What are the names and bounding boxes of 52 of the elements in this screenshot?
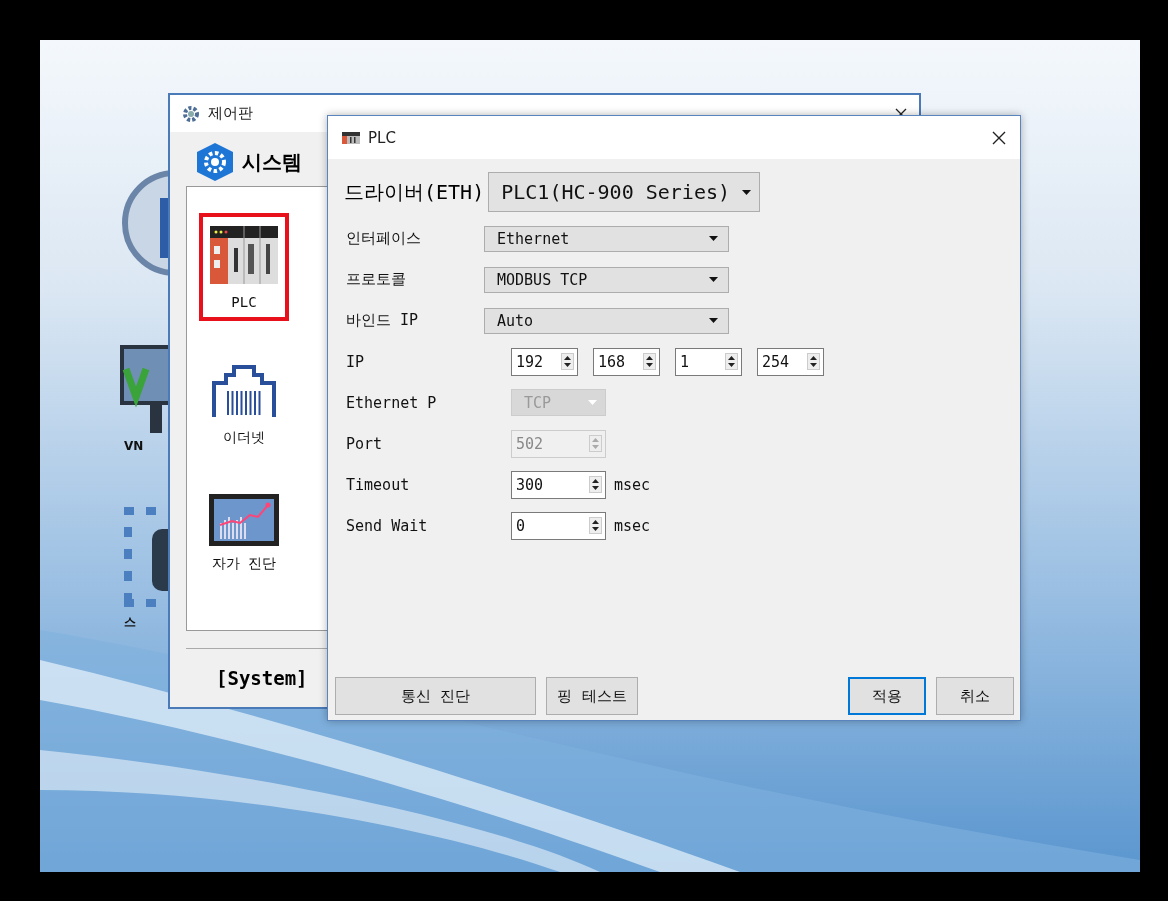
unit-label: msec bbox=[614, 475, 651, 494]
plc-rack-icon bbox=[208, 224, 280, 286]
dropdown[interactable]: Auto bbox=[484, 307, 729, 334]
spinner-icon bbox=[589, 435, 602, 452]
caret-icon bbox=[709, 318, 718, 323]
diagnosis-tile[interactable]: 자가 진단 bbox=[199, 489, 289, 577]
number-field[interactable]: 0 bbox=[511, 511, 606, 540]
plc-tile[interactable]: PLC bbox=[199, 213, 289, 321]
dialog-button[interactable]: 적용 bbox=[848, 677, 926, 715]
caret-icon bbox=[588, 400, 597, 405]
plc-icon bbox=[342, 131, 360, 144]
ip-octet-field[interactable]: 168 bbox=[593, 347, 660, 376]
footer-label: [System] bbox=[216, 667, 308, 689]
driver-dropdown[interactable]: PLC1(HC-900 Series) bbox=[488, 172, 760, 212]
spinner-icon bbox=[807, 353, 820, 370]
caret-icon bbox=[709, 277, 718, 282]
chart-monitor-icon bbox=[208, 493, 280, 547]
window-title: 제어판 bbox=[208, 104, 253, 123]
ip-octet-field[interactable]: 192 bbox=[511, 347, 578, 376]
field-label: Port bbox=[346, 434, 384, 453]
caret-icon bbox=[742, 189, 751, 195]
caret-icon bbox=[709, 236, 718, 241]
section-heading: 시스템 bbox=[242, 148, 302, 176]
desktop-icon-label: VN bbox=[124, 439, 144, 453]
spinner-icon bbox=[725, 353, 738, 370]
dropdown[interactable]: Ethernet bbox=[484, 225, 729, 252]
number-field[interactable]: 300 bbox=[511, 470, 606, 499]
dropdown[interactable]: MODBUS TCP bbox=[484, 266, 729, 293]
ethernet-tile[interactable]: 이더넷 bbox=[199, 359, 289, 451]
spinner-icon bbox=[643, 353, 656, 370]
field-label: Send Wait bbox=[346, 516, 429, 535]
gear-icon bbox=[182, 104, 200, 123]
dialog-button[interactable]: 핑 테스트 bbox=[546, 677, 638, 715]
field-label: 인터페이스 bbox=[346, 229, 422, 248]
driver-label: 드라이버(ETH) bbox=[344, 178, 485, 206]
spinner-icon bbox=[589, 476, 602, 493]
window-title: PLC bbox=[368, 128, 396, 147]
ip-octet-field[interactable]: 254 bbox=[757, 347, 824, 376]
gear-hexagon-icon bbox=[196, 142, 234, 182]
unit-label: msec bbox=[614, 516, 651, 535]
field-label: Timeout bbox=[346, 475, 411, 494]
spinner-icon bbox=[561, 353, 574, 370]
close-icon[interactable] bbox=[992, 130, 1006, 145]
ip-octet-field[interactable]: 1 bbox=[675, 347, 742, 376]
field-label: IP bbox=[346, 352, 366, 371]
dialog-button[interactable]: 취소 bbox=[936, 677, 1014, 715]
desktop-icon-label: 스 bbox=[124, 614, 136, 631]
field-label: 바인드 IP bbox=[346, 311, 420, 330]
field-label: 프로토콜 bbox=[346, 270, 407, 289]
dialog-button[interactable]: 통신 진단 bbox=[335, 677, 536, 715]
spinner-icon bbox=[589, 517, 602, 534]
field-label: Ethernet P bbox=[346, 393, 438, 412]
